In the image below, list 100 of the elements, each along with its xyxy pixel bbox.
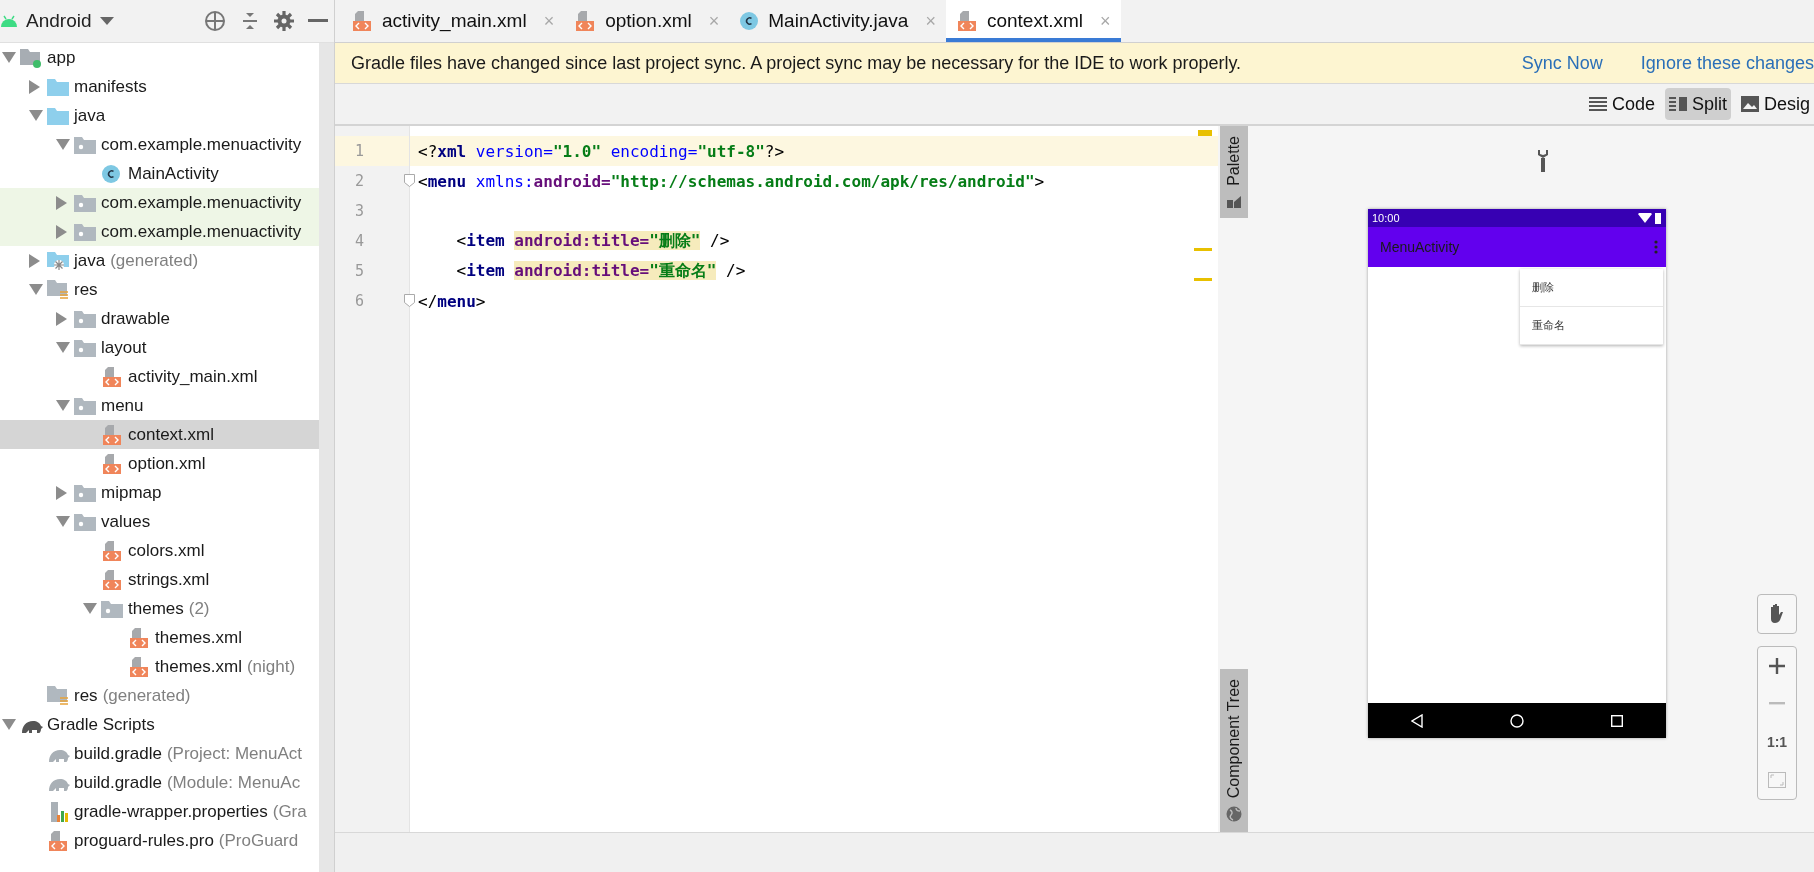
editor-tab[interactable]: option.xml × (564, 0, 730, 42)
wifi-battery-icon (1638, 212, 1662, 224)
folder-icon (47, 77, 69, 96)
tree-item[interactable]: option.xml (0, 449, 319, 478)
collapse-arrow-icon[interactable] (2, 718, 16, 731)
expand-arrow-icon[interactable] (56, 311, 68, 326)
banner-link[interactable]: Ignore these changes (1640, 52, 1814, 74)
tree-item[interactable]: com.example.menuactivity (0, 130, 319, 159)
xml-file-icon (128, 626, 150, 649)
xml-file-icon (101, 365, 123, 388)
wrench-icon[interactable] (1536, 150, 1550, 172)
tree-item[interactable]: activity_main.xml (0, 362, 319, 391)
collapse-arrow-icon[interactable] (83, 602, 97, 615)
scrollbar[interactable] (319, 43, 334, 872)
editor-tab[interactable]: context.xml × (945, 0, 1121, 42)
tree-item[interactable]: MainActivity (0, 159, 319, 188)
editor-tab[interactable]: MainActivity.java × (729, 0, 946, 42)
globe-icon (1226, 806, 1242, 822)
code-line: <item android:title="删除" /> (455, 230, 730, 252)
fold-marker-icon[interactable] (404, 174, 415, 187)
collapse-arrow-icon[interactable] (29, 283, 43, 296)
banner-link[interactable]: Sync Now (1521, 52, 1603, 74)
back-icon[interactable] (1411, 713, 1424, 728)
tree-item[interactable]: build.gradle (Project: MenuAct (0, 739, 319, 768)
tree-item[interactable]: layout (0, 333, 319, 362)
view-dropdown[interactable]: Android (0, 10, 114, 32)
tab-label: activity_main.xml (382, 10, 527, 32)
collapse-all-icon[interactable] (240, 11, 260, 31)
editor-tab[interactable]: activity_main.xml × (341, 0, 565, 42)
zoom-out-icon[interactable] (1769, 702, 1785, 706)
collapse-arrow-icon[interactable] (56, 138, 70, 151)
tree-item[interactable]: values (0, 507, 319, 536)
split-view-icon (1668, 96, 1687, 112)
side-tab[interactable]: Palette (1220, 126, 1248, 218)
xml-file-icon (351, 10, 373, 32)
expand-arrow-icon[interactable] (56, 195, 68, 210)
overflow-menu-icon[interactable] (1654, 240, 1658, 254)
collapse-arrow-icon[interactable] (56, 399, 70, 412)
resource-folder-icon (47, 684, 69, 707)
package-folder-icon (74, 338, 96, 357)
tree-item[interactable]: res (generated) (0, 681, 319, 710)
package-folder-icon (101, 599, 123, 618)
expand-arrow-icon[interactable] (29, 253, 41, 268)
tree-item[interactable]: themes.xml (0, 623, 319, 652)
android-icon (0, 15, 18, 27)
popup-menu-item[interactable]: 重命名 (1520, 307, 1663, 345)
tree-item[interactable]: context.xml (0, 420, 319, 449)
collapse-arrow-icon[interactable] (56, 515, 70, 528)
tree-item[interactable]: build.gradle (Module: MenuAc (0, 768, 319, 797)
xml-file-icon (128, 655, 150, 678)
tree-item[interactable]: gradle-wrapper.properties (Gra (0, 797, 319, 826)
tree-item[interactable]: mipmap (0, 478, 319, 507)
tree-item[interactable]: com.example.menuactivity (0, 188, 319, 217)
tree-item[interactable]: drawable (0, 304, 319, 333)
collapse-arrow-icon[interactable] (29, 109, 43, 122)
line-number: 1 (355, 142, 365, 160)
tree-item[interactable]: proguard-rules.pro (ProGuard (0, 826, 319, 855)
collapse-arrow-icon[interactable] (2, 51, 16, 64)
tree-item[interactable]: app (0, 43, 319, 72)
package-folder-icon (74, 512, 96, 531)
tree-item[interactable]: Gradle Scripts (0, 710, 319, 739)
tree-item[interactable]: res (0, 275, 319, 304)
popup-menu-item[interactable]: 删除 (1520, 269, 1663, 307)
view-mode-button[interactable]: Split (1664, 88, 1731, 120)
code-line: <item android:title="重命名" /> (455, 260, 746, 282)
resource-folder-icon (47, 278, 69, 301)
actual-size-button[interactable]: 1:1 (1766, 723, 1788, 761)
caret-icon (99, 17, 114, 25)
package-folder-icon (74, 222, 96, 241)
expand-arrow-icon[interactable] (56, 224, 68, 239)
line-number: 6 (355, 292, 365, 310)
expand-arrow-icon[interactable] (29, 79, 41, 94)
view-mode-label: Code (1611, 93, 1655, 115)
settings-icon[interactable] (274, 11, 294, 31)
minimize-icon[interactable] (308, 19, 328, 23)
tree-item[interactable]: menu (0, 391, 319, 420)
folder-icon (47, 106, 69, 125)
collapse-arrow-icon[interactable] (56, 341, 70, 354)
fit-screen-icon[interactable] (1768, 772, 1786, 788)
tree-item[interactable]: colors.xml (0, 536, 319, 565)
side-tab[interactable]: Component Tree (1220, 668, 1248, 832)
view-mode-button[interactable]: Code (1584, 88, 1659, 120)
status-time: 10:00 (1372, 212, 1400, 224)
fold-marker-icon[interactable] (404, 294, 415, 307)
expand-arrow-icon[interactable] (56, 485, 68, 500)
view-mode-button[interactable]: Desig (1736, 88, 1814, 120)
recents-icon[interactable] (1610, 714, 1623, 727)
crosshair-icon[interactable] (204, 10, 226, 32)
palette-icon (1227, 193, 1241, 208)
tree-item[interactable]: themes.xml (night) (0, 652, 319, 681)
xml-file-icon (574, 10, 597, 32)
home-icon[interactable] (1510, 713, 1524, 728)
tree-item[interactable]: com.example.menuactivity (0, 217, 319, 246)
tree-item[interactable]: manifests (0, 72, 319, 101)
tree-item[interactable]: strings.xml (0, 565, 319, 594)
tree-item[interactable]: themes (2) (0, 594, 319, 623)
tree-item[interactable]: java (generated) (0, 246, 319, 275)
zoom-in-icon[interactable] (1769, 658, 1785, 674)
tree-item[interactable]: java (0, 101, 319, 130)
app-title: MenuActivity (1380, 239, 1460, 255)
